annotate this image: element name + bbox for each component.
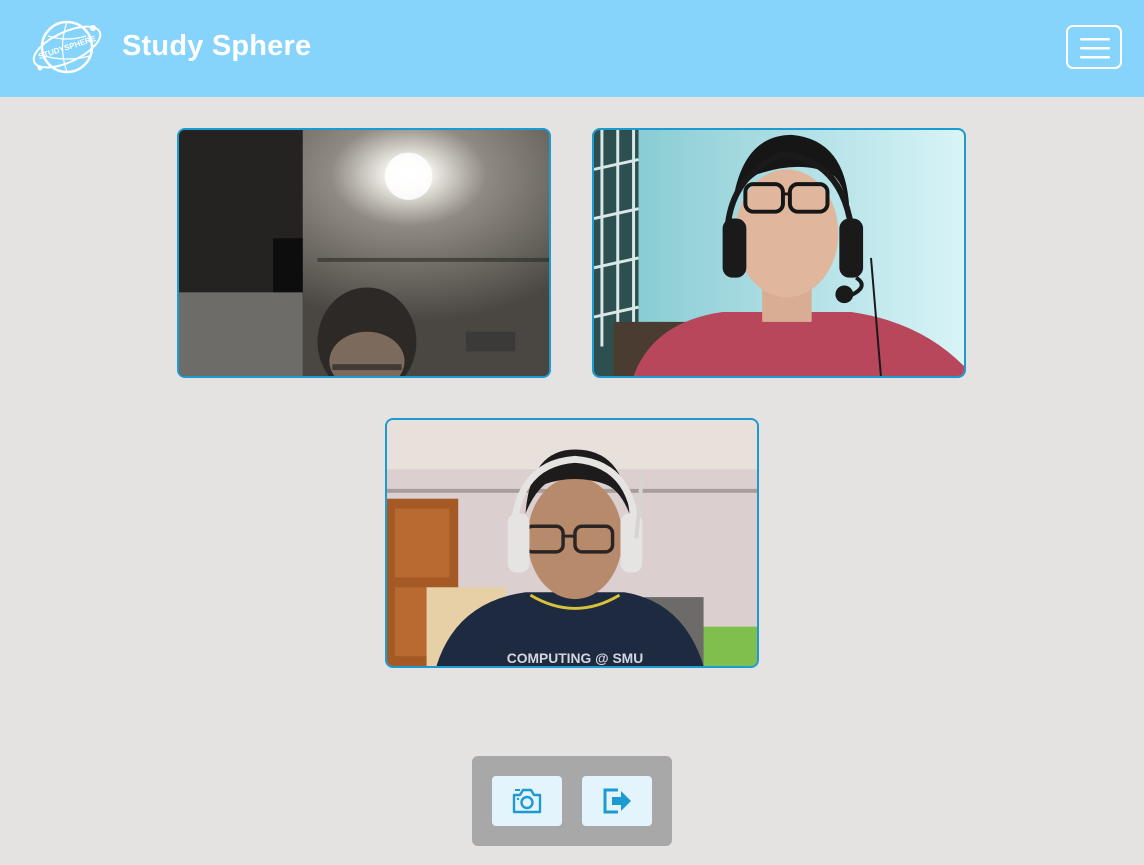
call-controls-bar — [472, 756, 672, 846]
video-tile-participant-3: COMPUTING @ SMU — [385, 418, 759, 668]
camera-icon — [512, 788, 542, 814]
study-sphere-logo[interactable]: STUDYSPHERE — [30, 16, 104, 78]
exit-icon — [603, 788, 631, 814]
video-tile-participant-1 — [177, 128, 551, 378]
shirt-text: COMPUTING @ SMU — [507, 650, 643, 666]
participant-1-video-feed — [179, 130, 549, 376]
brand-title[interactable]: Study Sphere — [122, 30, 311, 63]
menu-button[interactable] — [1066, 25, 1122, 69]
video-tile-participant-2 — [592, 128, 966, 378]
hamburger-menu-icon — [1080, 38, 1110, 59]
participant-2-video-feed — [594, 130, 964, 376]
navbar: STUDYSPHERE Study Sphere — [0, 0, 1144, 97]
participant-3-video-feed: COMPUTING @ SMU — [387, 420, 757, 666]
camera-toggle-button[interactable] — [492, 776, 562, 826]
leave-call-button[interactable] — [582, 776, 652, 826]
